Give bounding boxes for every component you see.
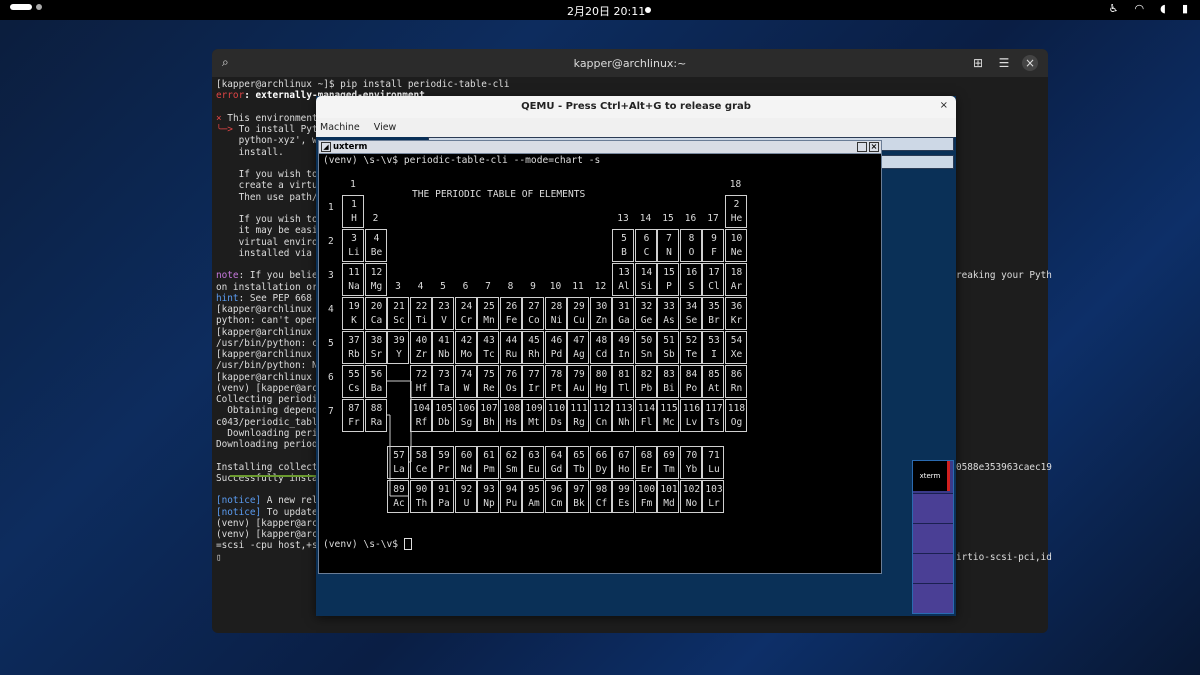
window-menu-icon[interactable]: ◢ [321,142,331,152]
terminal-text: [notice] [216,506,262,518]
download-progress-bar [230,475,320,477]
terminal-text: python: can't open f [216,315,329,327]
close-icon[interactable]: × [869,142,879,152]
xterm-screen[interactable]: (venv) \s-\v$ periodic-table-cli --mode=… [319,154,881,573]
connector-lines [387,380,412,497]
terminal-text: create a virtual [216,180,329,192]
menu-machine[interactable]: Machine [320,122,360,133]
terminal-title: kapper@archlinux:~ [573,57,687,70]
menu-view[interactable]: View [374,122,397,133]
terminal-text: [kapper@archlinux ~] [216,371,329,383]
terminal-text: (venv) [kapper@archl [216,382,329,394]
terminal-text: Downloading periodic [216,439,329,450]
qemu-menubar: Machine View [316,118,956,137]
terminal-text: Installing collected [216,461,329,473]
xterm-title-bar: ◢ uxterm × [319,141,881,154]
maximize-icon[interactable] [857,142,867,152]
terminal-text: =scsi -cpu host,+sse [216,540,329,552]
terminal-text: installed via pa [216,247,329,259]
terminal-text: virtual environm [216,236,329,248]
taskbar-slot[interactable] [913,523,953,553]
wifi-icon[interactable]: ◠ [1135,2,1145,15]
terminal-text: (venv) [kapper@archl [216,529,329,540]
terminal-text: install. [216,146,284,158]
qemu-title: QEMU - Press Ctrl+Alt+G to release grab [521,101,751,112]
terminal-text: error [216,90,245,102]
terminal-text: [notice] [216,495,262,507]
terminal-text: ╰─> [216,124,233,135]
terminal-text: [kapper@archlinux ~] [216,304,329,315]
notification-dot [645,7,651,13]
terminal-text: Collecting periodic- [216,394,329,405]
terminal-text: [kapper@archlinux ~] [216,326,329,338]
terminal-text: python-xyz', whe [216,135,329,147]
terminal-text: on installation or O [216,281,329,293]
terminal-text: 0588e353963caec19 [956,461,1052,473]
terminal-text: /usr/bin/python: No [216,360,329,372]
terminal-text: c043/periodic_table_ [216,416,329,428]
taskbar-slot[interactable] [913,493,953,523]
taskbar-slot[interactable] [913,553,953,583]
terminal-text: hint [216,292,239,304]
terminal-text: Obtaining dependen [216,405,329,417]
clock[interactable]: 2月20日 20:11 [567,3,645,19]
qemu-title-bar: QEMU - Press Ctrl+Alt+G to release grab … [316,96,956,118]
vm-taskbar[interactable]: xterm [912,460,954,614]
battery-icon[interactable]: ▮ [1182,2,1188,15]
terminal-text: Then use path/to [216,191,329,203]
terminal-text: note [216,270,239,282]
terminal-text: reaking your Pyth [956,270,1052,282]
terminal-text: [kapper@archlinux ~]$ pip install period… [216,79,510,90]
terminal-header-bar: ⌕ kapper@archlinux:~ ⊞ ☰ × [212,49,1048,77]
new-tab-icon[interactable]: ⊞ [970,55,986,71]
xterm-window[interactable]: ◢ uxterm × (venv) \s-\v$ periodic-table-… [318,140,882,574]
accessibility-icon[interactable]: ♿ [1109,2,1119,15]
taskbar-item-xterm[interactable]: xterm [913,461,950,491]
terminal-text: [kapper@archlinux ~] [216,349,329,360]
terminal-text: ▯ [216,551,222,563]
terminal-text: /usr/bin/python: can [216,337,329,349]
volume-icon[interactable]: ◖ [1160,2,1166,15]
terminal-text: This environment i [221,112,329,124]
terminal-text: If you wish to i [216,169,329,180]
taskbar-slot[interactable] [913,583,953,613]
terminal-text: it may be easies [216,225,329,237]
text-cursor [403,538,412,550]
terminal-text: Downloading period [216,427,329,439]
close-icon[interactable]: × [1022,55,1038,71]
terminal-text: To install Pytho [232,124,329,135]
terminal-text: irtio-scsi-pci,id [956,551,1052,563]
terminal-text: If you wish to i [216,214,329,225]
terminal-text: (venv) [kapper@archl [216,517,329,529]
vm-window-strip [880,155,954,169]
menu-icon[interactable]: ☰ [996,55,1012,71]
workspace-indicator[interactable] [10,4,42,10]
terminal-line: [kapper@archlinux ~]$ pip install period… [216,79,1044,90]
prompt-line[interactable]: (venv) \s-\v$ [323,538,412,550]
system-tray[interactable]: ♿ ◠ ◖ ▮ [1109,2,1188,15]
prompt-text: (venv) \s-\v$ [323,539,404,550]
close-icon[interactable]: × [940,100,948,111]
top-bar: 2月20日 20:11 ♿ ◠ ◖ ▮ [0,0,1200,20]
xterm-title: uxterm [333,142,368,152]
